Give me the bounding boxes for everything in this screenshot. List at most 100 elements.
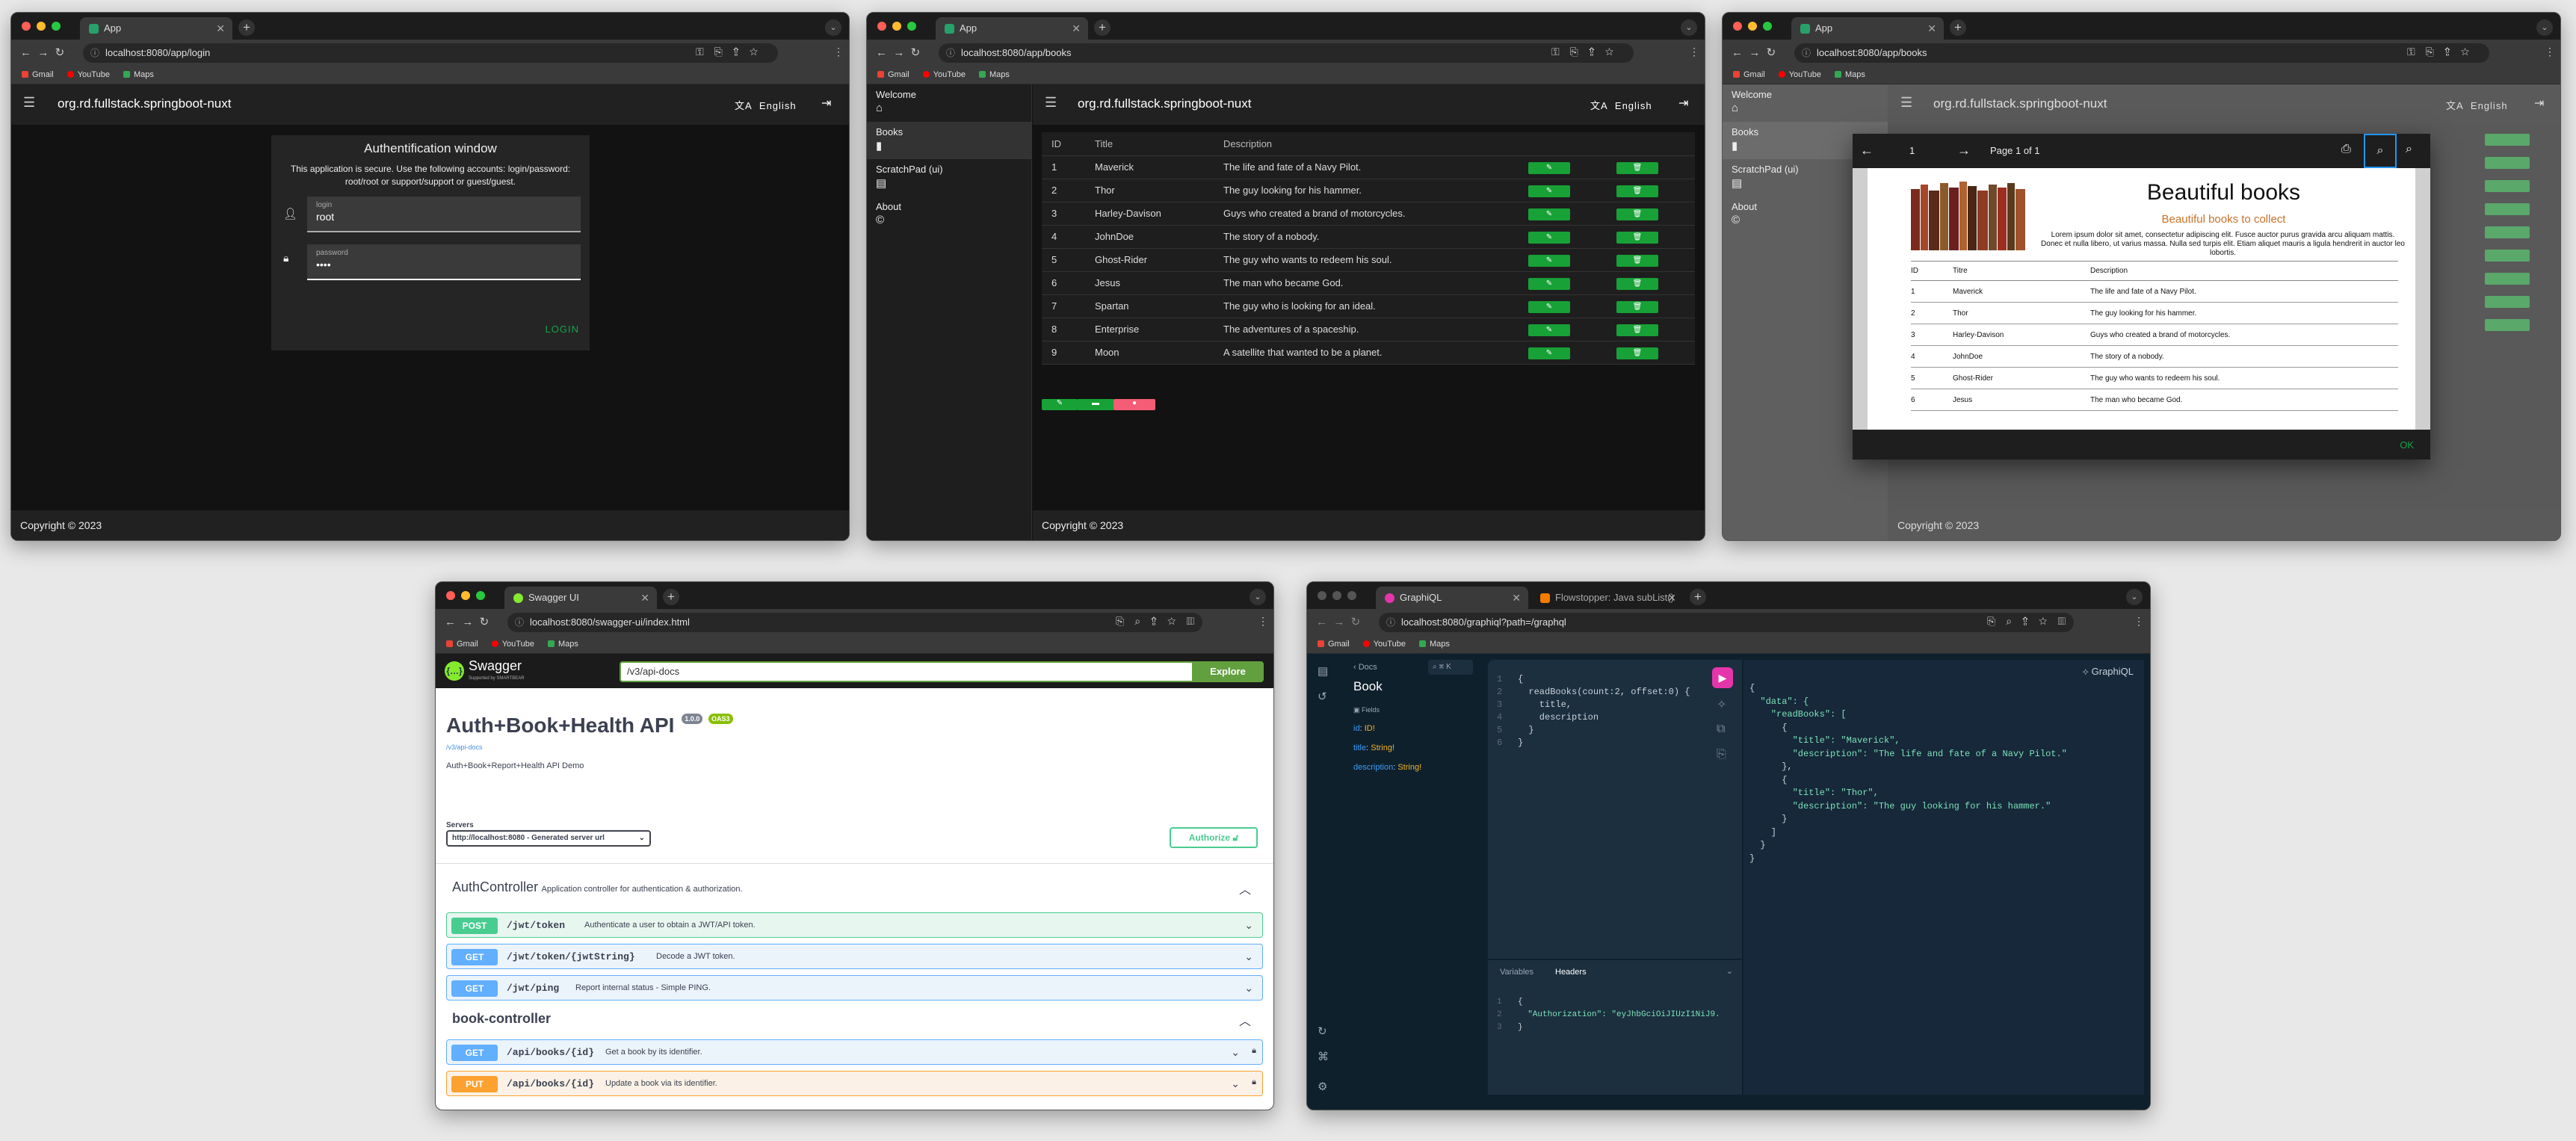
edit-button[interactable]: ✎ [1528,277,1570,290]
query-code[interactable]: 1{2 readBooks(count:2, offset:0) {3 titl… [1497,673,1690,749]
close-tab-icon[interactable]: ✕ [1072,17,1081,40]
delete-button[interactable]: 🗑︎ [1616,300,1658,313]
print-button[interactable]: ▬ [1078,399,1114,410]
password-field[interactable]: password •••• [307,244,581,280]
doc-field[interactable]: title: String! [1353,743,1421,752]
bookmark-youtube[interactable]: YouTube [1362,640,1406,649]
zoom-out-icon[interactable]: ⌕ [2406,143,2412,156]
section-book-controller[interactable]: book-controller ︿ [452,1011,1263,1033]
nav-item-books[interactable]: Books ▮ [867,122,1031,159]
settings-icon[interactable]: ⚙ [1318,1080,1327,1093]
ok-button[interactable]: OK [2400,439,2414,451]
login-field[interactable]: login root [307,197,581,232]
docs-search[interactable]: ⌕ ⌘ K [1428,660,1473,675]
doc-field[interactable]: id: ID! [1353,724,1421,733]
tab-app[interactable]: App ✕ [80,17,232,40]
address-bar[interactable]: localhost:8080/app/books [939,43,1634,63]
address-bar[interactable]: localhost:8080/app/login [83,43,778,63]
section-authcontroller[interactable]: AuthController Application controller fo… [452,879,1263,902]
docs-link[interactable]: /v3/api-docs [446,743,483,751]
docs-back-link[interactable]: ‹ Docs [1353,663,1377,672]
merge-icon[interactable]: ⧉ [1717,723,1725,736]
tab-variables[interactable]: Variables [1500,968,1533,977]
bookmark-gmail[interactable]: Gmail [1733,70,1765,79]
history-icon[interactable]: ↺ [1318,690,1327,703]
tab-list-icon[interactable]: ⌄ [2126,589,2143,605]
window-controls[interactable] [1733,22,1772,31]
bookmark-gmail[interactable]: Gmail [446,640,478,649]
nav-item-welcome[interactable]: Welcome ⌂ [867,84,1031,122]
page-number-input[interactable]: 1 [1909,145,1915,156]
copy-icon[interactable]: ⎘ [1717,748,1726,761]
prev-page-icon[interactable]: ← [1860,143,1874,158]
address-bar[interactable]: localhost:8080/app/books [1794,43,2489,63]
tab-list-icon[interactable]: ⌄ [825,19,841,36]
toolbar-icons[interactable]: ⚿⎘⇪☆ [1551,46,1624,58]
exit-icon[interactable]: ⇥ [1678,96,1688,111]
nav-icons[interactable]: ← → ↻ [1316,615,1360,628]
menu-icon[interactable]: ⋮ [2545,46,2560,58]
new-tab-button[interactable]: + [1094,19,1111,36]
server-select[interactable]: http://localhost:8080 - Generated server… [446,830,651,847]
delete-button[interactable]: 🗑︎ [1616,231,1658,244]
bookmark-maps[interactable]: Maps [1834,70,1865,79]
tab-list-icon[interactable]: ⌄ [1681,19,1697,36]
toolbar-icons[interactable]: ⎘⌕⇪☆▥ [1987,615,2076,628]
operation-get-jwt-token-decode[interactable]: GET/jwt/token/{jwtString} Decode a JWT to… [446,944,1263,969]
tab-graphiql[interactable]: GraphiQL ✕ [1376,587,1528,609]
edit-button[interactable]: ✎ [1528,300,1570,313]
pdf-button[interactable]: ● [1114,399,1155,410]
close-tab-icon[interactable]: ✕ [640,587,649,609]
nav-icons[interactable]: ← → ↻ [20,46,64,59]
tab-app[interactable]: App ✕ [936,17,1088,40]
window-controls[interactable] [446,591,485,600]
hamburger-icon[interactable]: ☰ [23,95,35,111]
window-controls[interactable] [1318,591,1356,600]
delete-button[interactable]: 🗑︎ [1616,185,1658,197]
zoom-in-icon[interactable]: ⌕ [2364,134,2397,168]
edit-button[interactable]: ✎ [1528,324,1570,336]
authorize-button[interactable]: Authorize 🔓︎ [1170,827,1258,848]
doc-field[interactable]: description: String! [1353,763,1421,772]
print-icon[interactable]: ⎙ [2341,143,2351,156]
explore-button[interactable]: Explore [1192,661,1264,682]
tab-list-icon[interactable]: ⌄ [1250,589,1266,605]
toolbar-icons[interactable]: ⚿⎘⇪☆ [2407,46,2480,58]
tab-swagger[interactable]: Swagger UI ✕ [504,587,657,609]
new-tab-button[interactable]: + [663,589,679,605]
toolbar-icons[interactable]: ⎘⌕⇪☆▥ [1116,615,1205,628]
delete-button[interactable]: 🗑︎ [1616,277,1658,290]
edit-button[interactable]: ✎ [1528,161,1570,174]
delete-button[interactable]: 🗑︎ [1616,161,1658,174]
refetch-icon[interactable]: ↻ [1318,1024,1327,1038]
bookmark-maps[interactable]: Maps [978,70,1010,79]
spec-url-input[interactable]: /v3/api-docs [620,661,1192,682]
nav-item-scratchpad[interactable]: ScratchPad (ui) ▤ [867,159,1031,197]
login-button[interactable]: LOGIN [546,324,579,335]
address-bar[interactable]: localhost:8080/graphiql?path=/graphql [1379,613,2074,632]
close-tab-icon[interactable]: ✕ [1927,17,1936,40]
exit-icon[interactable]: ⇥ [821,96,831,111]
nav-icons[interactable]: ← → ↻ [445,615,489,628]
operation-post-jwt-token[interactable]: POST/jwt/token Authenticate a user to obt… [446,912,1263,938]
bookmark-youtube[interactable]: YouTube [1778,70,1821,79]
bookmark-youtube[interactable]: YouTube [67,70,110,79]
docs-icon[interactable]: ▤ [1318,664,1328,678]
new-tab-button[interactable]: + [238,19,255,36]
bookmark-maps[interactable]: Maps [547,640,578,649]
nav-icons[interactable]: ← → ↻ [876,46,920,59]
bookmark-youtube[interactable]: YouTube [922,70,966,79]
hamburger-icon[interactable]: ☰ [1045,95,1057,111]
language-selector[interactable]: 文A English [1590,98,1652,112]
menu-icon[interactable]: ⋮ [833,46,849,58]
bookmark-gmail[interactable]: Gmail [22,70,54,79]
tab-headers[interactable]: Headers [1555,968,1587,977]
shortcuts-icon[interactable]: ⌘ [1318,1050,1329,1063]
tab-app[interactable]: App ✕ [1791,17,1944,40]
bookmark-youtube[interactable]: YouTube [491,640,534,649]
chevron-down-icon[interactable]: ⌄ [1726,966,1733,976]
bookmark-gmail[interactable]: Gmail [877,70,909,79]
language-selector[interactable]: 文A English [735,98,797,112]
window-controls[interactable] [877,22,916,31]
prettify-icon[interactable]: ✧ [1717,697,1726,712]
